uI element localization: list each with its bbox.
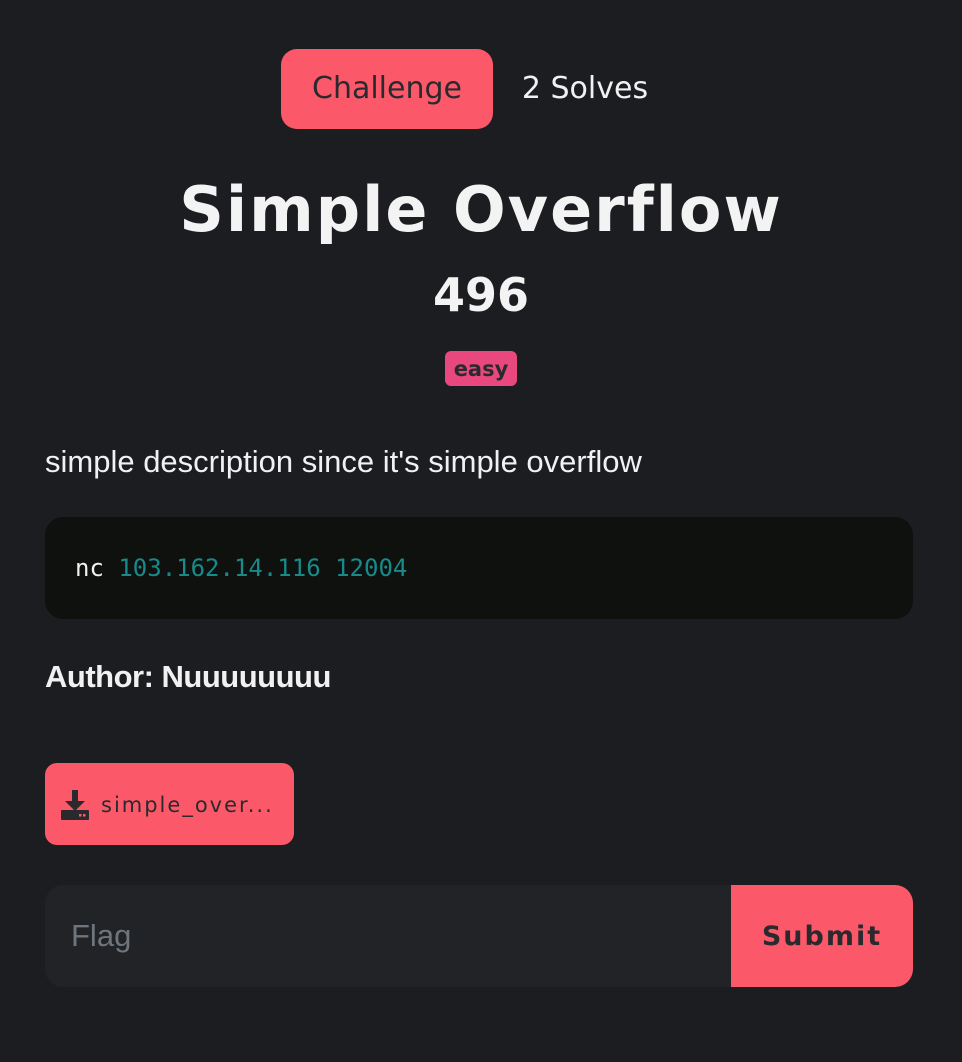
challenge-points: 496	[432, 268, 530, 322]
challenge-description: simple description since it's simple ove…	[45, 444, 642, 479]
tab-solves[interactable]: 2 Solves	[510, 49, 660, 129]
difficulty-badge: easy	[444, 351, 518, 386]
code-arguments: 103.162.14.116 12004	[118, 554, 408, 582]
download-icon	[61, 790, 89, 820]
badge-container: easy	[0, 351, 962, 386]
challenge-tabs: Challenge 2 Solves	[0, 49, 962, 129]
challenge-title: Simple Overflow	[179, 173, 783, 246]
download-file-button[interactable]: simple_over...	[45, 763, 294, 845]
tab-challenge[interactable]: Challenge	[281, 49, 493, 129]
flag-submit-form: Submit	[45, 885, 913, 987]
download-file-label: simple_over...	[101, 793, 274, 817]
flag-input[interactable]	[45, 885, 732, 987]
connection-code-block: nc 103.162.14.116 12004	[45, 517, 913, 619]
code-command: nc	[75, 554, 104, 582]
submit-button[interactable]: Submit	[731, 885, 913, 987]
challenge-author: Author: Nuuuuuuuu	[45, 659, 331, 694]
challenge-page: Challenge 2 Solves Simple Overflow 496 e…	[0, 0, 962, 1062]
